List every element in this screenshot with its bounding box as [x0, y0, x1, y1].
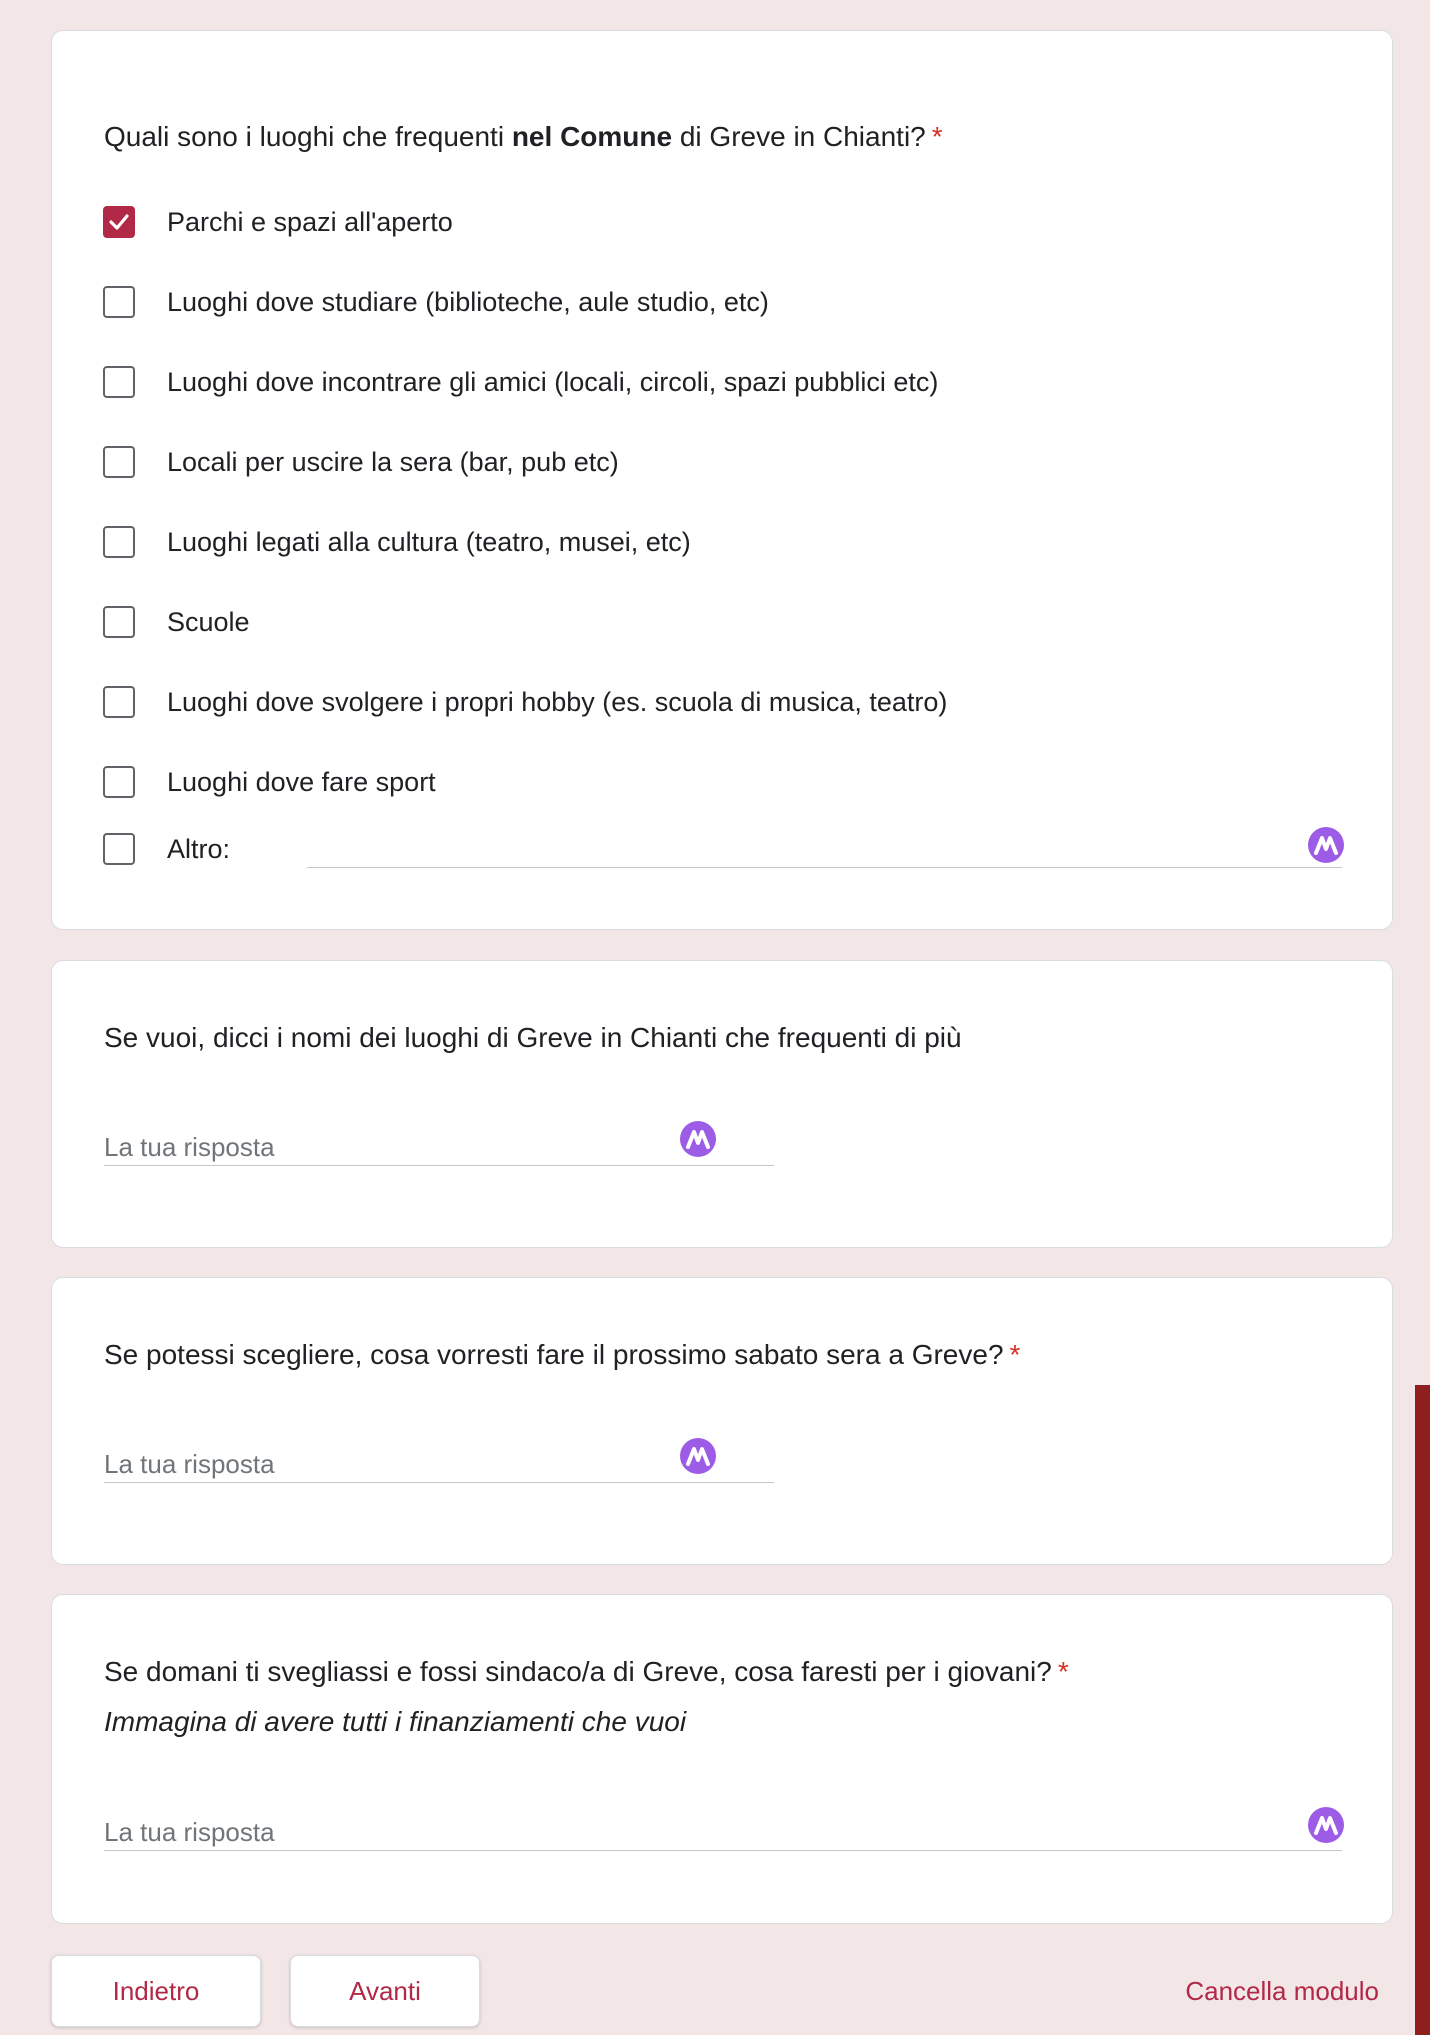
next-button[interactable]: Avanti [290, 1955, 480, 2027]
option-label: Locali per uscire la sera (bar, pub etc) [167, 446, 619, 477]
option-label: Parchi e spazi all'aperto [167, 206, 453, 237]
checkbox-checked[interactable] [103, 206, 135, 238]
question-title: Se potessi scegliere, cosa vorresti fare… [104, 1339, 1021, 1370]
assistant-badge-icon[interactable] [680, 1438, 716, 1474]
option-label: Scuole [167, 606, 250, 637]
question-title: Se vuoi, dicci i nomi dei luoghi di Grev… [104, 1022, 962, 1053]
assistant-badge-icon[interactable] [1308, 827, 1344, 863]
option-label: Altro: [167, 833, 231, 864]
option-item[interactable]: Scuole [103, 601, 250, 643]
clear-form-link[interactable]: Cancella modulo [1185, 1970, 1379, 2012]
checkbox[interactable] [103, 286, 135, 318]
assistant-badge-icon[interactable] [1308, 1807, 1344, 1843]
option-item[interactable]: Locali per uscire la sera (bar, pub etc) [103, 441, 619, 483]
checkmark-icon [109, 214, 129, 230]
checkbox[interactable] [103, 686, 135, 718]
option-item[interactable]: Parchi e spazi all'aperto [103, 201, 453, 243]
question-subtitle: Immagina di avere tutti i finanziamenti … [104, 1706, 687, 1737]
option-label: Luoghi legati alla cultura (teatro, muse… [167, 526, 691, 557]
question-title: Quali sono i luoghi che frequenti nel Co… [104, 121, 943, 152]
answer-input[interactable] [104, 1814, 1342, 1851]
checkbox[interactable] [103, 526, 135, 558]
back-button[interactable]: Indietro [51, 1955, 261, 2027]
required-asterisk: * [931, 121, 943, 152]
option-item[interactable]: Luoghi legati alla cultura (teatro, muse… [103, 521, 691, 563]
option-label: Luoghi dove fare sport [167, 766, 436, 797]
option-item[interactable]: Luoghi dove studiare (biblioteche, aule … [103, 281, 769, 323]
question-card-places: Quali sono i luoghi che frequenti nel Co… [51, 30, 1393, 930]
option-label: Luoghi dove svolgere i propri hobby (es.… [167, 686, 948, 717]
option-item[interactable]: Luoghi dove svolgere i propri hobby (es.… [103, 681, 947, 723]
other-input[interactable] [307, 831, 1342, 868]
question-card-mayor: Se domani ti svegliassi e fossi sindaco/… [51, 1594, 1393, 1924]
checkbox[interactable] [103, 446, 135, 478]
option-item[interactable]: Luoghi dove fare sport [103, 761, 436, 803]
checkbox[interactable] [103, 606, 135, 638]
answer-input[interactable] [104, 1129, 774, 1166]
checkbox[interactable] [103, 366, 135, 398]
option-label: Luoghi dove studiare (biblioteche, aule … [167, 286, 769, 317]
checkbox-other[interactable] [103, 833, 135, 865]
required-asterisk: * [1009, 1339, 1021, 1370]
question-card-place-names: Se vuoi, dicci i nomi dei luoghi di Grev… [51, 960, 1393, 1248]
option-other[interactable]: Altro: [103, 828, 230, 870]
question-card-saturday: Se potessi scegliere, cosa vorresti fare… [51, 1277, 1393, 1565]
option-item[interactable]: Luoghi dove incontrare gli amici (locali… [103, 361, 938, 403]
assistant-badge-icon[interactable] [680, 1121, 716, 1157]
side-decoration [1415, 1385, 1430, 2035]
option-label: Luoghi dove incontrare gli amici (locali… [167, 366, 939, 397]
answer-input[interactable] [104, 1446, 774, 1483]
required-asterisk: * [1057, 1656, 1069, 1687]
question-title: Se domani ti svegliassi e fossi sindaco/… [104, 1656, 1069, 1687]
checkbox[interactable] [103, 766, 135, 798]
